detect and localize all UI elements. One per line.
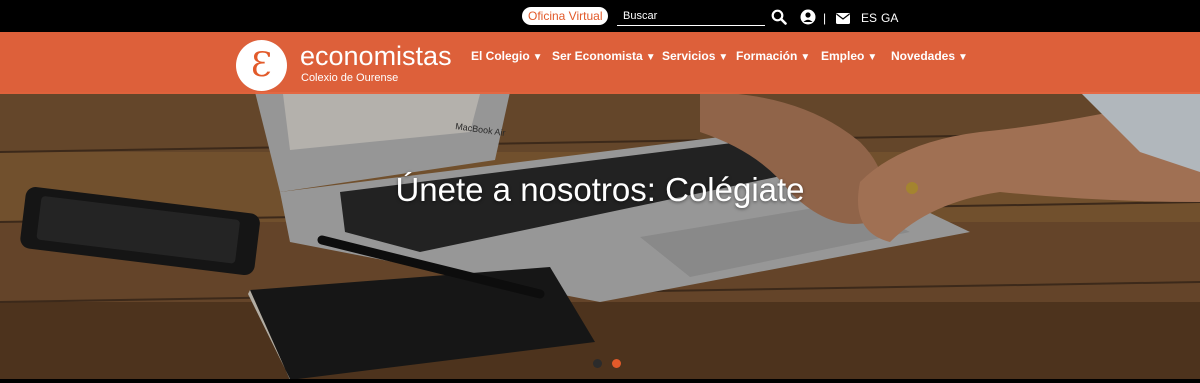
nav-item-servicios[interactable]: Servicios ▼ [662,48,728,66]
nav-item-label: Servicios [662,49,716,63]
language-es[interactable]: ES [861,11,877,25]
slider-dot-1[interactable] [593,359,602,368]
logo[interactable]: Ɛ [236,40,287,91]
nav-item-el-colegio[interactable]: El Colegio ▼ [471,48,543,66]
nav-item-ser-economista[interactable]: Ser Economista ▼ [552,48,656,66]
nav-item-formacion[interactable]: Formación ▼ [736,48,810,66]
slider-dot-2[interactable] [612,359,621,368]
brand-name[interactable]: economistas [300,40,452,72]
nav-item-label: Novedades [891,49,956,63]
search-icon[interactable] [771,9,787,25]
top-bar: Oficina Virtual | ES GA [0,0,1200,32]
nav-item-label: Empleo [821,49,865,63]
brand-subtitle: Colexio de Ourense [301,72,399,84]
nav-item-novedades[interactable]: Novedades ▼ [891,48,968,66]
nav-item-label: Ser Economista [552,49,643,63]
bottom-border [0,379,1200,383]
nav-item-empleo[interactable]: Empleo ▼ [821,48,877,66]
search-box [617,6,765,26]
chevron-down-icon: ▼ [645,52,656,63]
chevron-down-icon: ▼ [718,52,729,63]
logo-glyph: Ɛ [250,45,273,85]
nav-item-label: Formación [736,49,798,63]
chevron-down-icon: ▼ [532,52,543,63]
user-icon[interactable] [800,9,816,25]
separator: | [823,11,827,25]
search-input[interactable] [617,7,765,25]
hero-title[interactable]: Únete a nosotros: Colégiate [0,170,1200,210]
mail-icon[interactable] [836,11,850,24]
nav-item-label: El Colegio [471,49,530,63]
chevron-down-icon: ▼ [867,52,878,63]
oficina-virtual-button[interactable]: Oficina Virtual [522,7,609,25]
chevron-down-icon: ▼ [958,52,968,63]
chevron-down-icon: ▼ [800,52,811,63]
language-ga[interactable]: GA [881,11,898,25]
